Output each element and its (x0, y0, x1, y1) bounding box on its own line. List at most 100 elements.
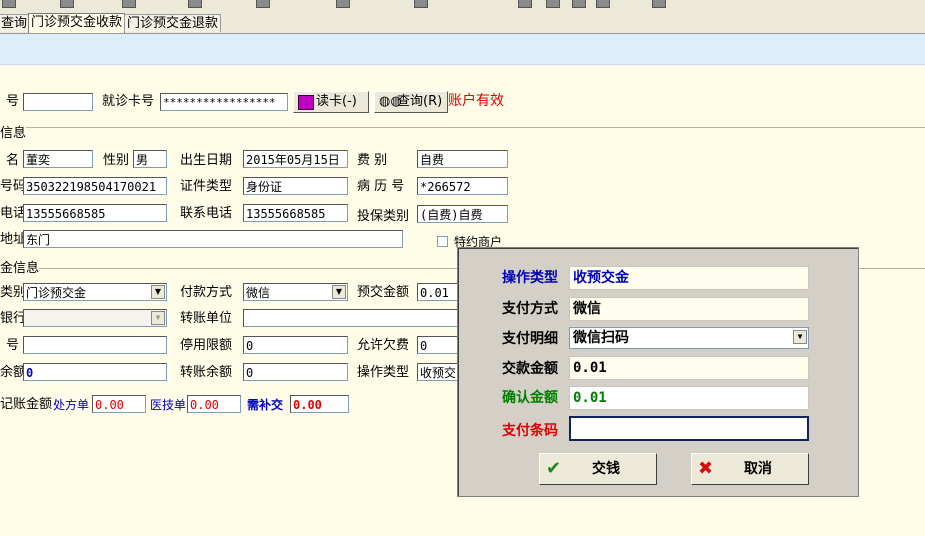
dialog-op-type-label: 操作类型 (502, 270, 558, 286)
pay-method-label: 付款方式 (180, 285, 233, 300)
insurance-type-input[interactable]: (自费)自费 (417, 205, 508, 223)
dob-label: 出生日期 (180, 153, 233, 168)
dialog-pay-method-field[interactable]: 微信 (569, 297, 809, 321)
pay-button-label: 交钱 (592, 461, 620, 477)
toolbar-icon[interactable] (572, 0, 586, 8)
query-button[interactable]: ◍◍ 查询(R) (374, 91, 448, 113)
id-number-input[interactable]: 350322198504170021 (23, 177, 167, 195)
patient-group-line (20, 127, 925, 128)
fee-type-label: 费 别 (357, 153, 388, 168)
tab-prepay-receive[interactable]: 门诊预交金收款 (28, 13, 126, 33)
chevron-down-icon[interactable]: ▼ (793, 330, 807, 344)
toolbar-icon[interactable] (2, 0, 16, 8)
dialog-pay-detail-value: 微信扫码 (573, 330, 629, 346)
prescription-input[interactable]: 0.00 (92, 395, 146, 413)
gender-label: 性别 (103, 153, 130, 168)
tab-bar: 查询 门诊预交金收款 门诊预交金退款 (0, 13, 925, 34)
account-status: 账户有效 (448, 93, 504, 109)
name-label: 名 (6, 153, 20, 168)
pay-method-value: 微信 (246, 286, 271, 300)
dialog-amount-field[interactable]: 0.01 (569, 356, 809, 380)
toolbar-icon[interactable] (336, 0, 350, 8)
toolbar-icon[interactable] (414, 0, 428, 8)
dialog-amount-label: 交款金额 (502, 361, 558, 377)
stop-limit-input[interactable]: 0 (243, 336, 348, 354)
toolbar-icon[interactable] (596, 0, 610, 8)
bank-select[interactable]: ▼ (23, 309, 167, 327)
cancel-button[interactable]: ✖ 取消 (691, 453, 809, 485)
transfer-unit-input[interactable] (243, 309, 459, 327)
pay-button[interactable]: ✔ 交钱 (539, 453, 657, 485)
bill-amount-label: 记账金额 (0, 397, 53, 412)
contact-phone-input[interactable]: 13555668585 (243, 204, 348, 222)
transfer-balance-label: 转账余额 (180, 365, 233, 380)
toolbar-icon[interactable] (188, 0, 202, 8)
transfer-unit-label: 转账单位 (180, 311, 233, 326)
op-type-input[interactable]: 收预交 (417, 363, 459, 381)
allow-debt-label: 允许欠费 (357, 338, 410, 353)
needed-label: 需补交 (247, 398, 284, 412)
address-input[interactable]: 东门 (23, 230, 403, 248)
checkmark-icon: ✔ (546, 458, 562, 479)
pay-type-value: 门诊预交金 (26, 286, 87, 300)
chevron-down-icon[interactable]: ▼ (332, 285, 346, 299)
card-reader-icon (298, 95, 314, 110)
needed-input[interactable]: 0.00 (290, 395, 349, 413)
tech-label: 医技单 (150, 398, 187, 412)
pay-method-select[interactable]: 微信 ▼ (243, 283, 348, 301)
toolbar-icon[interactable] (546, 0, 560, 8)
dialog-barcode-input[interactable] (569, 416, 809, 441)
allow-debt-input[interactable]: 0 (417, 336, 459, 354)
tech-input[interactable]: 0.00 (187, 395, 241, 413)
name-input[interactable]: 董奕 (23, 150, 93, 168)
tab-query[interactable]: 查询 (0, 14, 31, 32)
close-icon: ✖ (698, 458, 714, 479)
card-number-input[interactable]: ***************** (160, 93, 288, 111)
toolbar-icon[interactable] (518, 0, 532, 8)
dialog-confirm-field[interactable]: 0.01 (569, 386, 809, 410)
chevron-down-icon[interactable]: ▼ (151, 285, 165, 299)
op-type-label: 操作类型 (357, 365, 410, 380)
dialog-barcode-label: 支付条码 (502, 423, 558, 439)
cert-type-label: 证件类型 (180, 179, 233, 194)
read-card-label: 读卡(-) (316, 94, 357, 109)
card-no-input[interactable] (23, 93, 93, 111)
pay-type-select[interactable]: 门诊预交金 ▼ (23, 283, 167, 301)
tab-prepay-refund[interactable]: 门诊预交金退款 (124, 14, 222, 32)
card-number-label: 就诊卡号 (102, 94, 155, 109)
dialog-pay-detail-select[interactable]: 微信扫码 ▼ (569, 327, 809, 349)
record-number-input[interactable]: *266572 (417, 177, 508, 195)
payment-section-label: 金信息 (0, 261, 40, 277)
prepay-amount-input[interactable]: 0.01 (417, 283, 459, 301)
dob-input[interactable]: 2015年05月15日 (243, 150, 348, 168)
toolbar-icon[interactable] (122, 0, 136, 8)
cancel-button-label: 取消 (744, 461, 772, 477)
toolbar-icon[interactable] (60, 0, 74, 8)
contact-phone-label: 联系电话 (180, 206, 233, 221)
dialog-pay-detail-label: 支付明细 (502, 331, 558, 347)
special-merchant-checkbox[interactable] (437, 236, 448, 247)
record-number-label: 病 历 号 (357, 179, 405, 194)
header-band (0, 34, 925, 65)
payment-dialog: 操作类型 收预交金 支付方式 微信 支付明细 微信扫码 ▼ 交款金额 0.01 … (457, 247, 859, 497)
cert-type-input[interactable]: 身份证 (243, 177, 348, 195)
toolbar-icon[interactable] (652, 0, 666, 8)
fee-type-input[interactable]: 自费 (417, 150, 508, 168)
read-card-button[interactable]: 读卡(-) (293, 91, 369, 113)
account-no-input[interactable] (23, 336, 167, 354)
stop-limit-label: 停用限额 (180, 338, 233, 353)
toolbar-icon[interactable] (256, 0, 270, 8)
balance-input[interactable]: 0 (23, 363, 167, 381)
dialog-op-type-field[interactable]: 收预交金 (569, 266, 809, 290)
account-no-label: 号 (6, 338, 20, 353)
phone-input[interactable]: 13555668585 (23, 204, 167, 222)
prepay-amount-label: 预交金额 (357, 285, 410, 300)
toolbar (0, 0, 925, 14)
transfer-balance-input[interactable]: 0 (243, 363, 348, 381)
patient-section-label: 信息 (0, 126, 27, 142)
binoculars-icon: ◍◍ (379, 94, 402, 109)
chevron-down-icon[interactable]: ▼ (151, 311, 165, 325)
query-label: 查询(R) (397, 94, 443, 109)
gender-input[interactable]: 男 (133, 150, 167, 168)
insurance-type-label: 投保类别 (357, 209, 410, 224)
